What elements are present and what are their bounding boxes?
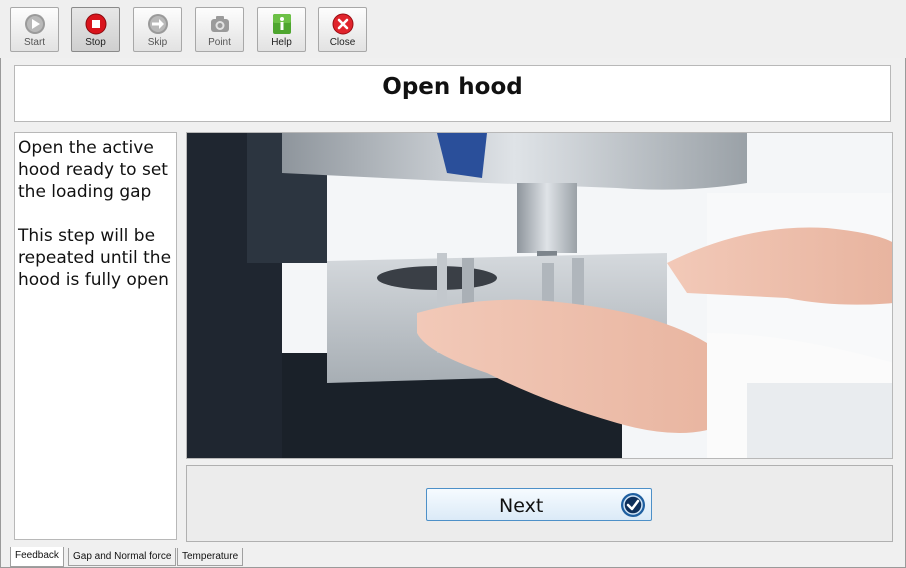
start-button[interactable]: Start (10, 7, 59, 52)
point-label: Point (208, 37, 231, 48)
step-title-panel: Open hood (14, 65, 891, 122)
close-icon (332, 13, 353, 35)
tab-temperature[interactable]: Temperature (177, 548, 244, 566)
stop-label: Stop (85, 37, 106, 48)
info-icon (272, 14, 291, 34)
close-label: Close (329, 37, 356, 48)
next-button[interactable]: Next (426, 488, 652, 521)
help-button[interactable]: Help (257, 7, 306, 52)
instruction-panel: Open the active hood ready to set the lo… (14, 132, 177, 540)
instruction-text: Open the active hood ready to set the lo… (18, 138, 168, 202)
instruction-photo (186, 132, 893, 459)
skip-icon (147, 14, 168, 34)
rheometer-photo (187, 133, 892, 458)
checkmark-icon (621, 493, 645, 517)
toolbar: Start Stop Skip Point Help Close (0, 0, 906, 58)
camera-icon (210, 16, 229, 32)
play-icon (24, 14, 45, 34)
start-label: Start (23, 37, 46, 48)
tab-feedback[interactable]: Feedback (10, 547, 64, 567)
skip-button[interactable]: Skip (133, 7, 182, 52)
close-button[interactable]: Close (318, 7, 367, 52)
point-button[interactable]: Point (195, 7, 244, 52)
stop-button[interactable]: Stop (71, 7, 120, 52)
instruction-note: This step will be repeated until the hoo… (18, 226, 172, 290)
help-label: Help (271, 37, 292, 48)
skip-label: Skip (147, 37, 168, 48)
page-title: Open hood (382, 74, 523, 100)
stop-icon (85, 13, 106, 35)
navigation-panel: Next (186, 465, 893, 542)
tab-gap-and-normal-force[interactable]: Gap and Normal force (68, 548, 177, 566)
next-label: Next (499, 495, 544, 517)
